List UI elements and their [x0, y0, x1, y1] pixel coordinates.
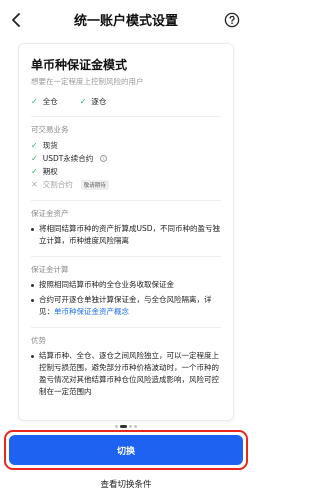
item-label: USDT永续合约 — [42, 154, 94, 163]
help-button[interactable] — [224, 12, 240, 28]
list-item: 结算币种、全仓、逐仓之间风险独立，可以一定程度上控制亏损范围，避免部分币种价格波… — [31, 350, 221, 398]
check-icon: ✓ — [79, 96, 87, 106]
info-icon[interactable]: i — [100, 155, 108, 162]
divider — [31, 327, 221, 328]
coming-soon-badge: 敬请期待 — [80, 179, 109, 190]
page-title: 统一账户模式设置 — [73, 14, 178, 29]
divider — [31, 200, 221, 201]
advantages-label: 优势 — [31, 336, 46, 345]
check-icon: ✓ — [31, 153, 38, 163]
option-label: 逐仓 — [91, 97, 107, 106]
list-item: 按照相同结算币种的全仓业务收取保证金 — [31, 279, 221, 291]
item-label: 交割合约 — [42, 180, 73, 189]
list-item: 合约可开逐仓单独计算保证金，与全仓风险隔离，详见：单币种保证金资产概念 — [31, 294, 221, 318]
concept-link[interactable]: 单币种保证金资产概念 — [54, 307, 129, 316]
divider — [31, 256, 221, 257]
switch-button-highlight: 切换 — [4, 430, 248, 470]
check-icon: ✓ — [31, 96, 38, 106]
option-isolated: ✓ 逐仓 — [80, 96, 107, 107]
page-dot — [129, 425, 132, 428]
list-item: ✓ 期权 — [31, 165, 221, 178]
item-label: 现货 — [42, 141, 58, 150]
mode-title: 单币种保证金模式 — [31, 58, 128, 72]
check-icon: ✓ — [31, 166, 38, 176]
tradable-label: 可交易业务 — [31, 125, 69, 134]
mode-subtitle: 想要在一定程度上控制风险的用户 — [31, 77, 144, 86]
advantages-list: 结算币种、全仓、逐仓之间风险独立，可以一定程度上控制亏损范围，避免部分币种价格波… — [31, 350, 221, 398]
tradable-list: ✓ 现货 ✓ USDT永续合约 i ✓ 期权 ✕ 交割合约 敬请期待 — [31, 139, 221, 191]
margin-assets-list: 将相同结算币种的资产折算成USD，不同币种的盈亏独立计算，币种维度风险隔离 — [31, 223, 221, 247]
list-item: ✓ 现货 — [31, 139, 221, 152]
close-icon: ✕ — [31, 179, 38, 189]
help-icon — [224, 12, 240, 28]
page-dot-active — [120, 425, 127, 428]
item-label: 期权 — [42, 167, 58, 176]
view-switch-conditions-link[interactable]: 查看切换条件 — [0, 478, 252, 490]
option-label: 全仓 — [42, 97, 58, 106]
page-dot — [134, 425, 137, 428]
page-dot — [115, 425, 118, 428]
margin-calc-list: 按照相同结算币种的全仓业务收取保证金 合约可开逐仓单独计算保证金，与全仓风险隔离… — [31, 279, 221, 318]
list-item: ✕ 交割合约 敬请期待 — [31, 178, 221, 191]
check-icon: ✓ — [31, 140, 38, 150]
divider — [31, 116, 221, 117]
margin-assets-label: 保证金资产 — [31, 209, 69, 218]
margin-calc-label: 保证金计算 — [31, 265, 69, 274]
page-indicator — [0, 425, 252, 428]
margin-options: ✓ 全仓 ✓ 逐仓 — [31, 96, 221, 107]
mode-card: 单币种保证金模式 想要在一定程度上控制风险的用户 ✓ 全仓 ✓ 逐仓 可交易业务… — [18, 43, 234, 421]
list-item: 将相同结算币种的资产折算成USD，不同币种的盈亏独立计算，币种维度风险隔离 — [31, 223, 221, 247]
header: 统一账户模式设置 — [0, 0, 252, 40]
list-item: ✓ USDT永续合约 i — [31, 152, 221, 165]
option-cross: ✓ 全仓 — [31, 96, 58, 107]
switch-button[interactable]: 切换 — [9, 435, 243, 465]
